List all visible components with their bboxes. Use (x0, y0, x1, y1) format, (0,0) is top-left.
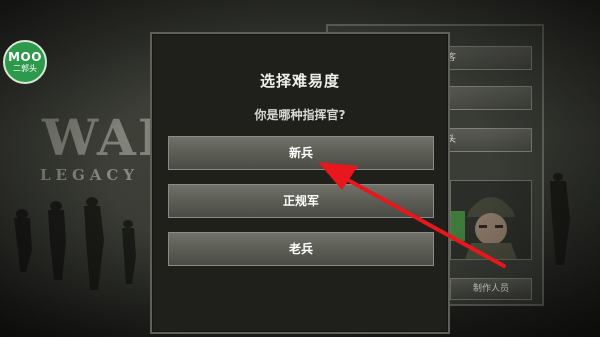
difficulty-dialog: 选择难易度 你是哪种指挥官? 新兵 正规军 老兵 (150, 32, 450, 334)
credits-button[interactable]: 制作人员 (450, 278, 532, 300)
dialog-subtitle: 你是哪种指挥官? (254, 108, 346, 122)
veteran-button[interactable]: 老兵 (168, 232, 434, 266)
watermark-subtext: 二郭头 (13, 64, 37, 73)
soldier-portrait (450, 180, 532, 260)
soldier-silhouette-right (550, 173, 570, 265)
soldier-silhouettes (14, 197, 136, 290)
regular-button[interactable]: 正规军 (168, 184, 434, 218)
watermark-text: MOO (8, 50, 42, 64)
moo-watermark-logo: MOO 二郭头 (3, 40, 47, 84)
game-screen: WAR LEGACY C 客 头 制作人员 选择难易度 你是哪种指挥官? 新兵 … (0, 0, 600, 337)
dialog-title: 选择难易度 (259, 72, 340, 90)
recruit-button[interactable]: 新兵 (168, 136, 434, 170)
